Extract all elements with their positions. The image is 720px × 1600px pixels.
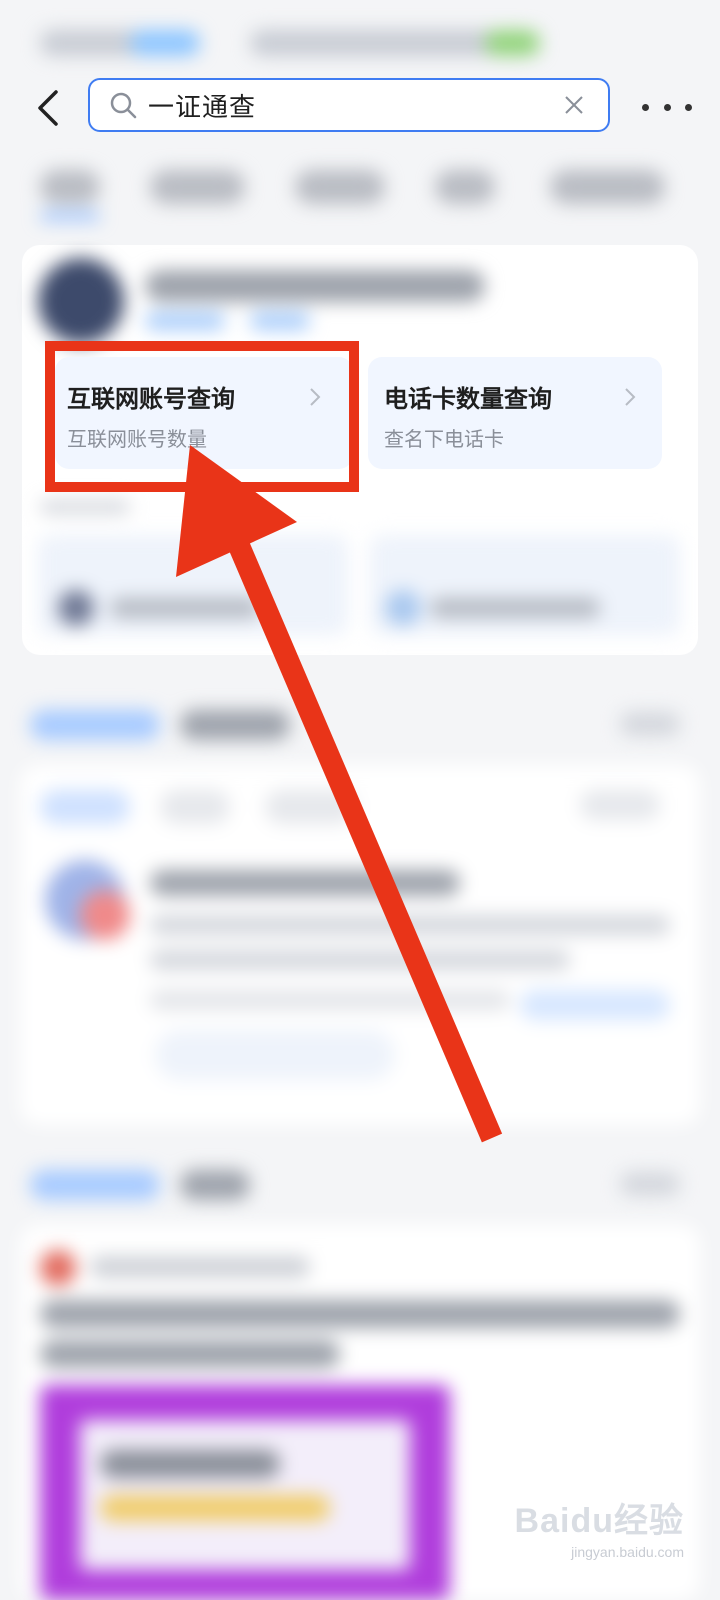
watermark-url: jingyan.baidu.com	[571, 1544, 684, 1560]
watermark-logo: Baidu经验	[514, 1502, 684, 1540]
annotation-arrow	[176, 445, 503, 1143]
watermark: Baidu经验 jingyan.baidu.com	[515, 1493, 684, 1560]
